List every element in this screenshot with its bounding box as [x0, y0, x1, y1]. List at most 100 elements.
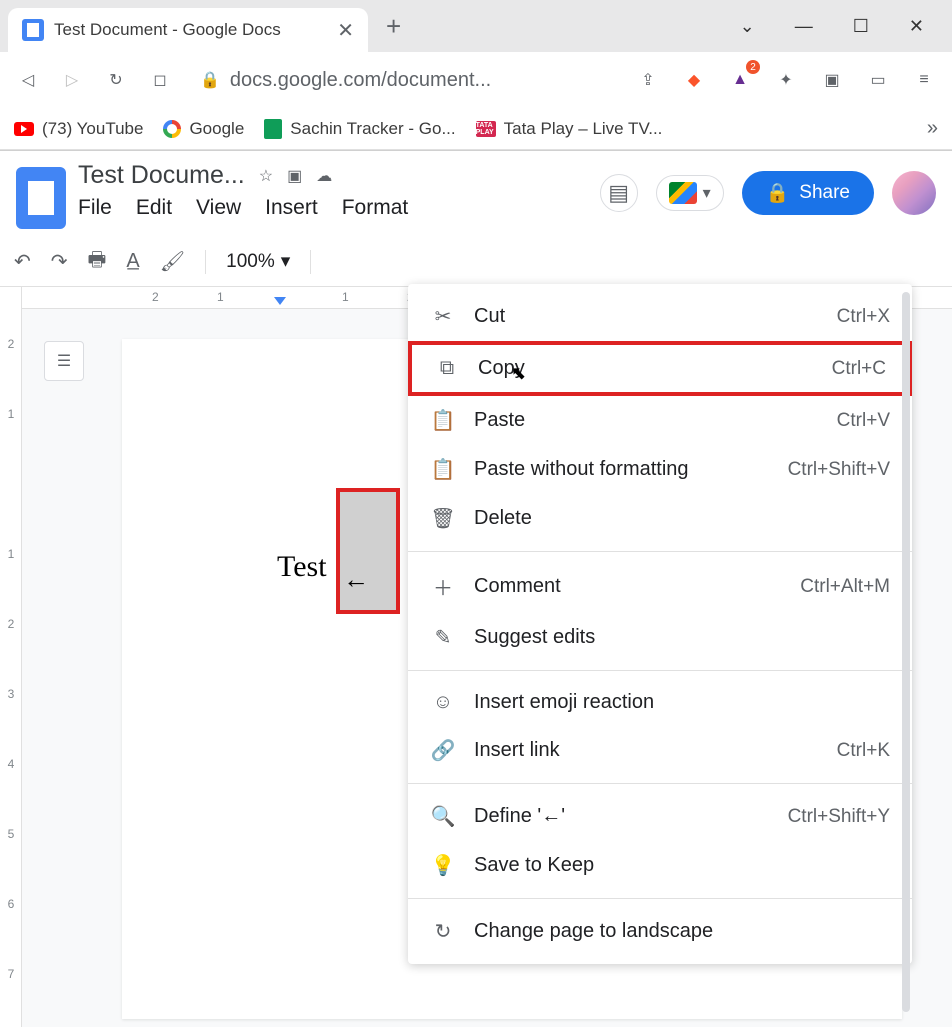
print-button[interactable]: 🖶 [88, 245, 107, 279]
paste-without-formatting-icon: 📋 [430, 457, 456, 482]
document-text[interactable]: Test [277, 550, 327, 584]
lock-icon: 🔒 [766, 181, 790, 205]
bookmark-bar: (73) YouTube Google Sachin Tracker - Go.… [0, 108, 952, 150]
context-menu-label: Suggest edits [474, 626, 872, 649]
menu-file[interactable]: File [78, 196, 112, 220]
context-menu-item-copy[interactable]: ⧉ Copy Ctrl+C [408, 341, 912, 396]
docs-header: Test Docume... ☆ ▣ ☁ File Edit View Inse… [0, 151, 952, 229]
context-menu-label: Insert emoji reaction [474, 691, 872, 714]
minimize-icon[interactable]: ― [795, 16, 813, 37]
context-menu-label: Change page to landscape [474, 920, 872, 943]
paint-format-button[interactable]: 🖌 [160, 249, 185, 274]
wallet-icon[interactable]: ▭ [864, 66, 892, 94]
redo-button[interactable]: ↷ [51, 249, 68, 274]
lock-icon: 🔒 [200, 70, 220, 90]
close-window-icon[interactable]: ✕ [909, 16, 924, 37]
context-menu-divider [408, 551, 912, 552]
sidebar-icon[interactable]: ▣ [818, 66, 846, 94]
context-menu: ✂CutCtrl+X ⧉ Copy Ctrl+C 📋PasteCtrl+V📋Paste … [408, 284, 912, 964]
context-menu-item-paste-without-formatting[interactable]: 📋Paste without formattingCtrl+Shift+V [408, 445, 912, 494]
context-menu-item-insert-link[interactable]: 🔗 Insert link Ctrl+K [408, 726, 912, 775]
address-bar[interactable]: 🔒 docs.google.com/document... [190, 69, 618, 92]
bookmark-sheets[interactable]: Sachin Tracker - Go... [264, 119, 455, 139]
comments-button[interactable]: ▤ [600, 174, 638, 212]
text-selection [336, 488, 400, 614]
vertical-ruler: 2 1 1 2 3 4 5 6 7 [0, 287, 22, 1027]
move-icon[interactable]: ▣ [287, 166, 302, 186]
context-menu-item-delete[interactable]: 🗑Delete [408, 494, 912, 543]
context-menu-label: Copy [478, 357, 814, 380]
document-title[interactable]: Test Docume... [78, 161, 245, 190]
context-menu-label: Save to Keep [474, 854, 872, 877]
insert-emoji-reaction-icon: ☺ [430, 691, 456, 714]
zoom-select[interactable]: 100% ▾ [226, 250, 290, 273]
menu-view[interactable]: View [196, 196, 241, 220]
context-menu-item-change-page-to-landscape[interactable]: ↻ Change page to landscape [408, 907, 912, 956]
tab-title: Test Document - Google Docs [54, 20, 327, 40]
brave-shield-icon[interactable]: ◆ [680, 66, 708, 94]
context-menu-item-suggest-edits[interactable]: ✎ Suggest edits [408, 613, 912, 662]
close-tab-icon[interactable]: ✕ [337, 18, 354, 43]
context-menu-shortcut: Ctrl+X [837, 306, 890, 328]
comment-icon: ＋ [430, 572, 456, 601]
context-menu-shortcut: Ctrl+Shift+V [788, 459, 890, 481]
bookmark-google[interactable]: Google [163, 119, 244, 139]
back-button[interactable]: ◁ [14, 66, 42, 94]
context-menu-shortcut: Ctrl+K [837, 740, 890, 762]
menu-icon[interactable]: ≡ [910, 66, 938, 94]
menu-insert[interactable]: Insert [265, 196, 318, 220]
url-text: docs.google.com/document... [230, 69, 491, 92]
context-menu-label: Comment [474, 575, 782, 598]
menu-edit[interactable]: Edit [136, 196, 172, 220]
context-menu-item-cut[interactable]: ✂CutCtrl+X [408, 292, 912, 341]
context-menu-label: Insert link [474, 739, 819, 762]
context-menu-item-paste[interactable]: 📋PasteCtrl+V [408, 396, 912, 445]
copy-icon: ⧉ [434, 357, 460, 380]
account-avatar[interactable] [892, 171, 936, 215]
window-controls: ⌄ ― ☐ ✕ [740, 16, 944, 37]
undo-button[interactable]: ↶ [14, 249, 31, 274]
bookmark-tata[interactable]: TATA PLAY Tata Play – Live TV... [476, 119, 663, 139]
change-page-to-landscape-icon: ↻ [430, 919, 456, 944]
maximize-icon[interactable]: ☐ [853, 16, 869, 37]
context-menu-item-comment[interactable]: ＋CommentCtrl+Alt+M [408, 560, 912, 613]
insert-link-icon: 🔗 [430, 738, 456, 763]
menu-format[interactable]: Format [342, 196, 409, 220]
suggest-edits-icon: ✎ [430, 625, 456, 650]
context-menu-item-define-[interactable]: 🔍Define '←'Ctrl+Shift+Y [408, 792, 912, 841]
bookmark-icon[interactable]: ◻ [146, 66, 174, 94]
chevron-down-icon[interactable]: ⌄ [740, 16, 755, 37]
star-icon[interactable]: ☆ [259, 166, 273, 186]
context-menu-shortcut: Ctrl+C [832, 358, 886, 380]
outline-button[interactable]: ☰ [44, 341, 84, 381]
tab-bar: Test Document - Google Docs ✕ + ⌄ ― ☐ ✕ [0, 0, 952, 52]
share-icon[interactable]: ⇪ [634, 66, 662, 94]
docs-toolbar: ↶ ↷ 🖶 A̲ 🖌 100% ▾ [0, 237, 952, 287]
context-menu-item-save-to-keep[interactable]: 💡 Save to Keep [408, 841, 912, 890]
nav-bar: ◁ ▷ ↻ ◻ 🔒 docs.google.com/document... ⇪ … [0, 52, 952, 108]
forward-button[interactable]: ▷ [58, 66, 86, 94]
docs-logo[interactable] [16, 167, 66, 229]
bookmark-youtube[interactable]: (73) YouTube [14, 119, 143, 139]
cloud-icon[interactable]: ☁ [316, 166, 332, 186]
browser-tab[interactable]: Test Document - Google Docs ✕ [8, 8, 368, 52]
new-tab-button[interactable]: + [386, 11, 401, 42]
context-menu-label: Delete [474, 507, 872, 530]
save-to-keep-icon: 💡 [430, 853, 456, 878]
reload-button[interactable]: ↻ [102, 66, 130, 94]
define--icon: 🔍 [430, 804, 456, 829]
brave-rewards-icon[interactable]: ▲ [726, 66, 754, 94]
document-arrow[interactable]: ← [343, 564, 369, 595]
spellcheck-button[interactable]: A̲ [126, 250, 139, 273]
bookmarks-overflow-icon[interactable]: » [927, 117, 938, 140]
meet-button[interactable]: ▾ [656, 175, 724, 211]
context-menu-label: Paste [474, 409, 819, 432]
tata-icon: TATA PLAY [476, 121, 496, 137]
share-button[interactable]: 🔒 Share [742, 171, 874, 215]
extensions-icon[interactable]: ✦ [772, 66, 800, 94]
context-menu-item-insert-emoji-reaction[interactable]: ☺ Insert emoji reaction [408, 679, 912, 726]
indent-marker[interactable] [274, 297, 286, 305]
context-menu-scrollbar[interactable] [902, 292, 910, 1012]
cut-icon: ✂ [430, 304, 456, 329]
context-menu-label: Define '←' [474, 805, 770, 828]
